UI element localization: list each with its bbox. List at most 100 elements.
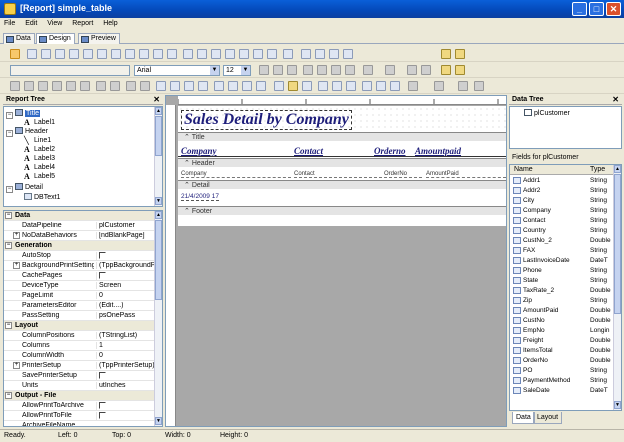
center-vert-icon[interactable] <box>140 81 150 91</box>
nudge-left-icon[interactable] <box>242 81 252 91</box>
tab-data[interactable]: Data <box>3 33 35 44</box>
scroll-up-icon[interactable]: ▲ <box>155 107 162 115</box>
align-left-icon[interactable] <box>303 65 313 75</box>
date-field[interactable]: 21/4/2009 17 <box>181 193 219 201</box>
font-combo[interactable]: Arial ▼ <box>134 65 220 76</box>
dbbarcode-tool-icon[interactable] <box>253 49 263 59</box>
property-value[interactable] <box>96 412 156 421</box>
field-row[interactable]: PaymentMethod String <box>510 376 615 386</box>
align-tops-icon[interactable] <box>52 81 62 91</box>
justify-icon[interactable] <box>345 65 355 75</box>
menu-file[interactable]: File <box>0 18 19 27</box>
align-middles-icon[interactable] <box>66 81 76 91</box>
close-icon[interactable]: ✕ <box>612 95 619 104</box>
field-row[interactable]: City String <box>510 196 615 206</box>
inspector-section[interactable]: − Layout <box>4 321 156 331</box>
calc-tool-icon[interactable] <box>69 49 79 59</box>
nudge-right-icon[interactable] <box>256 81 266 91</box>
shape-tool-icon[interactable] <box>97 49 107 59</box>
property-value[interactable]: plCustomer <box>96 222 156 229</box>
collapse-icon[interactable]: − <box>5 392 12 399</box>
dbchart-tool-icon[interactable] <box>283 49 293 59</box>
inspector-scrollbar[interactable]: ▲ ▼ <box>154 211 162 426</box>
detail-field-contact[interactable]: Contact <box>294 171 382 178</box>
grid-icon[interactable] <box>455 65 465 75</box>
field-row[interactable]: SaleDate DateT <box>510 386 615 396</box>
inspector-row[interactable]: ParametersEditor (Edit....) <box>4 301 156 311</box>
inspector-row[interactable]: CachePages <box>4 271 156 281</box>
property-checkbox[interactable] <box>99 372 106 379</box>
title-bar[interactable]: [Report] simple_table _ □ ✕ <box>0 0 624 18</box>
inspector-row[interactable]: AllowPrintToFile <box>4 411 156 421</box>
inspector-row[interactable]: +BackgroundPrintSettings(TppBackgroundPr… <box>4 261 156 271</box>
pagebreak-tool-icon[interactable] <box>329 49 339 59</box>
footer-content[interactable]: 21/4/2009 17 <box>178 190 506 206</box>
brush-icon[interactable] <box>455 49 465 59</box>
space-vert-icon[interactable] <box>110 81 120 91</box>
paint-icon[interactable] <box>441 49 451 59</box>
image-tool-icon[interactable] <box>83 49 93 59</box>
scroll-thumb[interactable] <box>614 174 621 314</box>
field-row[interactable]: Company String <box>510 206 615 216</box>
print-icon[interactable] <box>332 81 342 91</box>
property-checkbox[interactable] <box>99 412 106 419</box>
nudge-up-icon[interactable] <box>214 81 224 91</box>
line-style-icon[interactable] <box>458 81 468 91</box>
detail-band[interactable]: Company Contact OrderNo AmountPaid <box>178 168 506 180</box>
undo-icon[interactable] <box>408 81 418 91</box>
center-horiz-icon[interactable] <box>126 81 136 91</box>
expand-icon[interactable]: + <box>13 232 20 239</box>
property-value[interactable] <box>96 402 156 411</box>
footer-band-label[interactable]: ⌃ Footer <box>178 206 506 215</box>
maximize-button[interactable]: □ <box>589 2 604 16</box>
header-band-label[interactable]: ⌃ Header <box>178 158 506 167</box>
close-icon[interactable]: ✕ <box>153 95 160 104</box>
space-horiz-icon[interactable] <box>96 81 106 91</box>
inspector-row[interactable]: Units utInches <box>4 381 156 391</box>
open-report-icon[interactable] <box>288 81 298 91</box>
expand-icon[interactable]: + <box>13 362 20 369</box>
property-value[interactable] <box>96 372 156 381</box>
report-page[interactable]: Sales Detail by Company ⌃ Title Company … <box>178 106 506 226</box>
inspector-row[interactable]: ColumnPositions (TStringList) <box>4 331 156 341</box>
tree-node-label2[interactable]: A Label2 <box>24 145 55 154</box>
property-value[interactable] <box>96 272 156 281</box>
header-label-orderno[interactable]: Orderno <box>374 146 406 156</box>
dbcalc-tool-icon[interactable] <box>225 49 235 59</box>
dbimage-tool-icon[interactable] <box>239 49 249 59</box>
field-row[interactable]: Contact String <box>510 216 615 226</box>
col-name-header[interactable]: Name <box>514 166 533 173</box>
font-color-icon[interactable] <box>363 65 373 75</box>
nudge-down-icon[interactable] <box>228 81 238 91</box>
property-checkbox[interactable] <box>99 252 106 259</box>
field-row[interactable]: CustNo_2 Double <box>510 236 615 246</box>
cut-icon[interactable] <box>362 81 372 91</box>
tree-node-title[interactable]: − Title <box>6 109 40 119</box>
anchor-icon[interactable] <box>441 65 451 75</box>
pipeline-node[interactable]: plCustomer <box>524 109 570 118</box>
teechart-tool-icon[interactable] <box>343 49 353 59</box>
tree-node-label4[interactable]: A Label4 <box>24 163 55 172</box>
new-report-icon[interactable] <box>274 81 284 91</box>
minimize-button[interactable]: _ <box>572 2 587 16</box>
property-value[interactable]: utInches <box>96 382 156 389</box>
detail-field-orderno[interactable]: OrderNo <box>384 171 422 178</box>
menu-edit[interactable]: Edit <box>21 18 41 27</box>
paste-icon[interactable] <box>390 81 400 91</box>
font-size-combo[interactable]: 12 ▼ <box>223 65 251 76</box>
save-report-icon[interactable] <box>302 81 312 91</box>
fields-scrollbar[interactable]: ▲ ▼ <box>613 165 621 410</box>
property-value[interactable]: 1 <box>96 342 156 349</box>
send-back-icon[interactable] <box>421 65 431 75</box>
dbtext-tool-icon[interactable] <box>183 49 193 59</box>
field-row[interactable]: EmpNo Longin <box>510 326 615 336</box>
inspector-row[interactable]: SavePrinterSetup <box>4 371 156 381</box>
page-setup-icon[interactable] <box>318 81 328 91</box>
header-line[interactable] <box>178 156 506 157</box>
property-value[interactable]: 0 <box>96 292 156 299</box>
collapse-icon[interactable]: − <box>6 130 13 137</box>
property-value[interactable] <box>96 252 156 261</box>
scroll-up-icon[interactable]: ▲ <box>614 165 621 173</box>
underline-icon[interactable] <box>287 65 297 75</box>
scroll-thumb[interactable] <box>155 116 162 156</box>
